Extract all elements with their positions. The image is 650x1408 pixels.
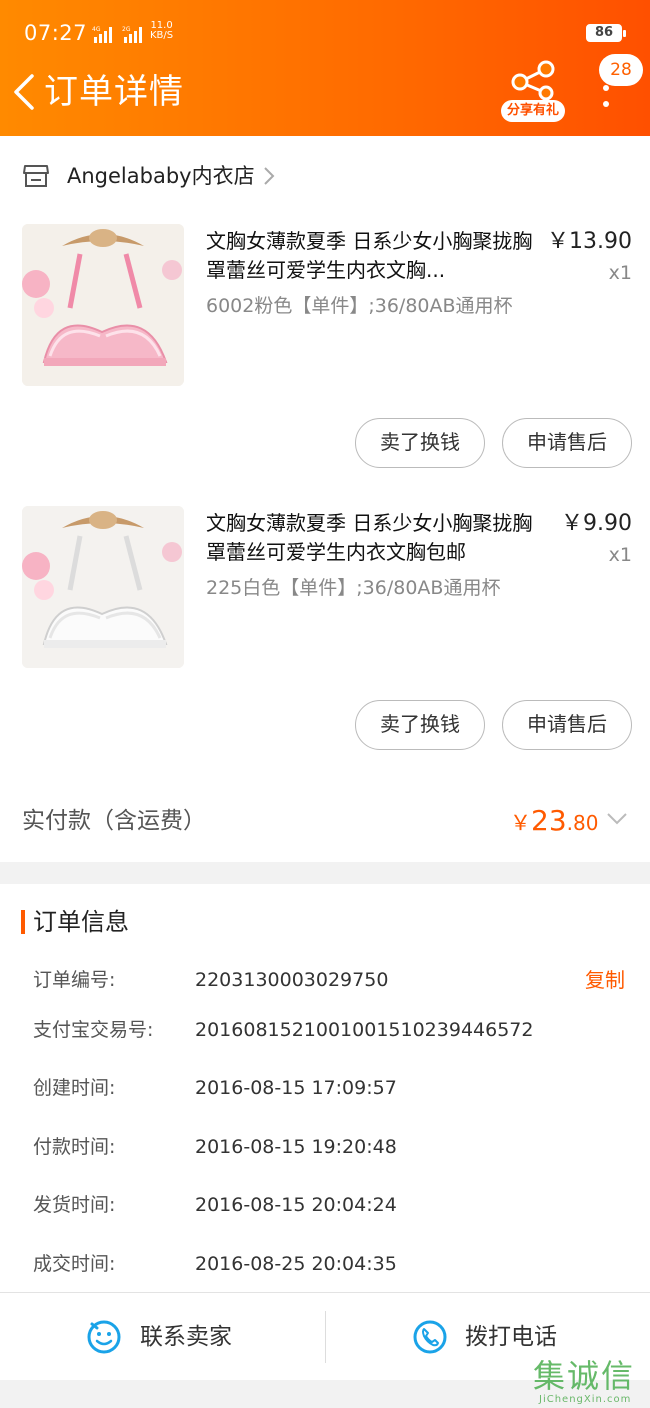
network-speed: 11.0 KB/S [150, 20, 174, 41]
watermark-url: JiChengXin.com [539, 1394, 632, 1405]
share-reward-label[interactable]: 分享有礼 [501, 100, 566, 122]
info-key: 成交时间: [33, 1253, 116, 1275]
product-price: ￥13.90 [547, 229, 632, 254]
battery-icon: 86 [586, 24, 626, 42]
after-sales-button[interactable]: 申请售后 [502, 700, 632, 750]
alipay-trade-row: 支付宝交易号: 2016081521001001510239446572 [33, 1014, 633, 1046]
svg-text:4G: 4G [92, 26, 101, 33]
chevron-down-icon[interactable] [605, 810, 629, 828]
status-time: 07:27 [24, 21, 88, 45]
info-key: 支付宝交易号: [33, 1019, 154, 1041]
product-quantity: x1 [608, 262, 632, 284]
info-value: 2016-08-25 20:04:35 [195, 1253, 397, 1275]
order-info-section: 订单信息 订单编号: 2203130003029750 复制 支付宝交易号: 2… [0, 884, 650, 1292]
paid-amount-label: 实付款（含运费） [22, 808, 206, 834]
section-title: 订单信息 [33, 908, 129, 936]
battery-level: 86 [594, 25, 614, 40]
shop-icon [23, 165, 49, 187]
info-value: 2016081521001001510239446572 [195, 1019, 534, 1041]
watermark-logo: 集诚信 [533, 1357, 636, 1395]
order-number-row: 订单编号: 2203130003029750 复制 [33, 964, 633, 996]
amount-decimal: .80 [566, 811, 599, 835]
product-image[interactable] [22, 224, 184, 386]
more-options-icon[interactable] [598, 84, 614, 110]
sell-for-cash-button[interactable]: 卖了换钱 [355, 418, 485, 468]
shop-row[interactable]: Angelababy内衣店 [0, 154, 650, 198]
info-value: 2016-08-15 20:04:24 [195, 1194, 397, 1216]
order-card: Angelababy内衣店 文胸女薄款夏季 日系少女小胸聚拢胸罩蕾丝可爱学生内衣… [0, 136, 650, 862]
message-count-badge[interactable]: 28 [599, 54, 643, 86]
paid-time-row: 付款时间: 2016-08-15 19:20:48 [33, 1131, 633, 1163]
product-photo-white [22, 506, 184, 668]
info-value: 2016-08-15 19:20:48 [195, 1136, 397, 1158]
product-quantity: x1 [608, 544, 632, 566]
app-header: 07:27 4G 2G 11.0 KB/S 86 订单详情 分享有礼 28 [0, 0, 650, 136]
share-icon[interactable] [506, 60, 562, 100]
status-bar: 07:27 4G 2G 11.0 KB/S 86 [0, 0, 650, 60]
contact-seller-button[interactable]: 联系卖家 [140, 1321, 232, 1353]
info-key: 发货时间: [33, 1194, 116, 1216]
call-phone-button[interactable]: 拨打电话 [465, 1321, 557, 1353]
amount-integer: 23 [531, 804, 567, 837]
site-watermark: 集诚信 JiChengXin.com [533, 1356, 647, 1408]
svg-text:2G: 2G [122, 26, 131, 33]
paid-amount: ￥23.80 [510, 802, 598, 844]
info-key: 付款时间: [33, 1136, 116, 1158]
after-sales-button[interactable]: 申请售后 [502, 418, 632, 468]
product-photo-pink [22, 224, 184, 386]
info-value: 2203130003029750 [195, 969, 389, 991]
product-price: ￥9.90 [561, 511, 632, 536]
info-key: 订单编号: [33, 969, 116, 991]
order-item[interactable]: 文胸女薄款夏季 日系少女小胸聚拢胸罩蕾丝可爱学生内衣文胸... ￥13.90 x… [0, 224, 650, 504]
chevron-right-icon[interactable] [262, 164, 276, 188]
page-title: 订单详情 [44, 72, 184, 112]
product-title[interactable]: 文胸女薄款夏季 日系少女小胸聚拢胸罩蕾丝可爱学生内衣文胸包邮 [206, 509, 542, 567]
completed-time-row: 成交时间: 2016-08-25 20:04:35 [33, 1248, 633, 1280]
sell-for-cash-button[interactable]: 卖了换钱 [355, 700, 485, 750]
chat-icon[interactable] [86, 1319, 122, 1355]
info-key: 创建时间: [33, 1077, 116, 1099]
section-accent-bar [21, 910, 25, 934]
product-spec: 6002粉色【单件】;36/80AB通用杯 [206, 295, 513, 317]
product-image[interactable] [22, 506, 184, 668]
created-time-row: 创建时间: 2016-08-15 17:09:57 [33, 1072, 633, 1104]
shipped-time-row: 发货时间: 2016-08-15 20:04:24 [33, 1189, 633, 1221]
phone-icon[interactable] [412, 1319, 448, 1355]
copy-button[interactable]: 复制 [585, 964, 625, 996]
back-arrow-icon[interactable] [8, 70, 42, 114]
product-title[interactable]: 文胸女薄款夏季 日系少女小胸聚拢胸罩蕾丝可爱学生内衣文胸... [206, 227, 542, 285]
info-value: 2016-08-15 17:09:57 [195, 1077, 397, 1099]
order-item[interactable]: 文胸女薄款夏季 日系少女小胸聚拢胸罩蕾丝可爱学生内衣文胸包邮 ￥9.90 x1 … [0, 506, 650, 786]
divider [325, 1311, 326, 1363]
currency-symbol: ￥ [510, 811, 531, 835]
shop-name[interactable]: Angelababy内衣店 [67, 162, 255, 190]
product-spec: 225白色【单件】;36/80AB通用杯 [206, 577, 501, 599]
